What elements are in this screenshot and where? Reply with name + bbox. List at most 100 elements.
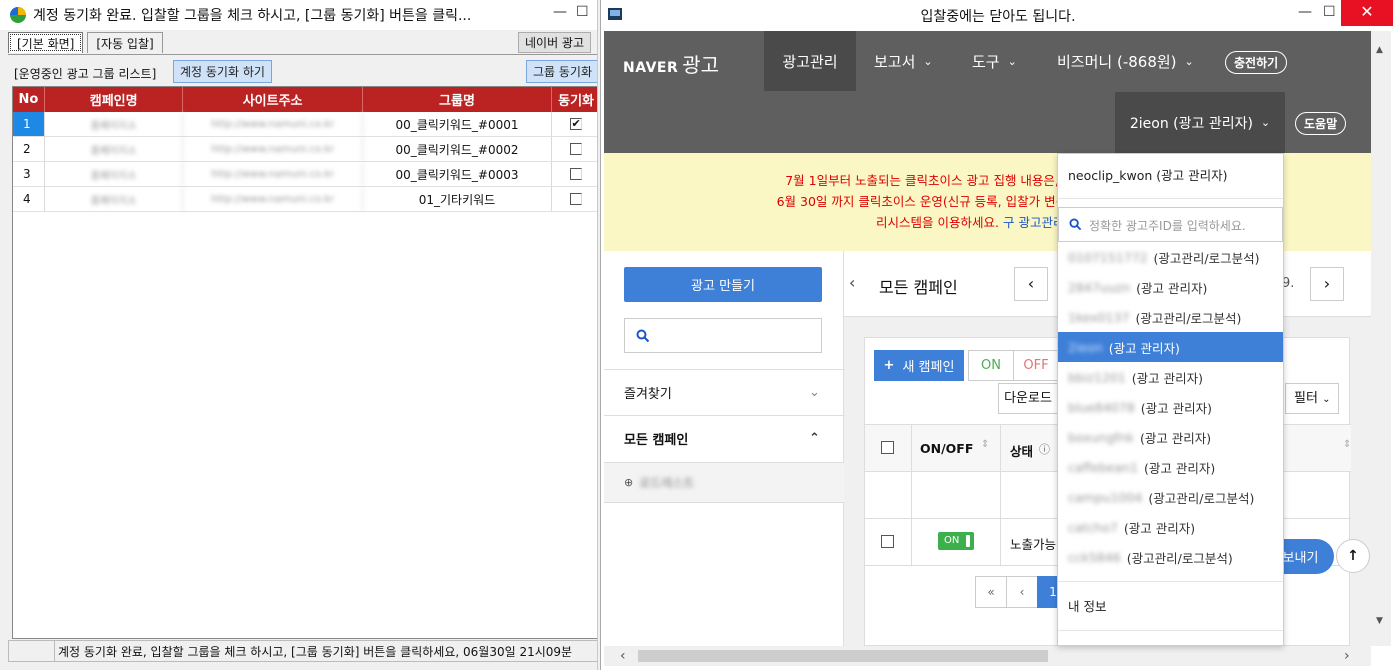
maximize-icon[interactable]: ☐ xyxy=(1323,4,1336,20)
nav-bizmoney[interactable]: 비즈머니 (-868원) ⌄ xyxy=(1057,31,1194,91)
account-item[interactable]: catcho7 (광고 관리자) xyxy=(1058,512,1283,542)
scroll-top-button[interactable]: ↑ xyxy=(1336,539,1370,573)
sync-checkbox[interactable] xyxy=(570,143,583,155)
table-row[interactable]: 4 홈페이지소 http://www.namuni.co.kr 01_기타키워드 xyxy=(13,187,597,212)
dropdown-divider xyxy=(1058,630,1283,631)
left-tab-bar: [기본 화면] [자동 입찰] xyxy=(8,32,167,54)
table-row[interactable]: 2 홈페이지소 http://www.namuni.co.kr 00_클릭키워드… xyxy=(13,137,597,162)
group-grid: No 캠페인명 사이트주소 그룹명 동기화 1 홈페이지소 http://www… xyxy=(12,86,597,639)
minimize-icon[interactable]: — xyxy=(1298,4,1312,20)
row-checkbox[interactable] xyxy=(881,535,894,548)
nav-reports[interactable]: 보고서 ⌄ xyxy=(874,31,933,91)
row-site: http://www.namuni.co.kr xyxy=(183,137,363,161)
tab-basic-screen[interactable]: [기본 화면] xyxy=(8,32,84,53)
new-campaign-button[interactable]: + 새 캠페인 xyxy=(874,350,964,381)
minimize-icon[interactable]: — xyxy=(553,4,567,20)
status-bar: 계정 동기화 완료, 입찰할 그룹을 체크 하시고, [그룹 동기화] 버튼을 … xyxy=(8,640,597,662)
group-sync-button[interactable]: 그룹 동기화 xyxy=(526,60,597,83)
col-site[interactable]: 사이트주소 xyxy=(183,87,363,112)
account-item[interactable]: boxungfnk (광고 관리자) xyxy=(1058,422,1283,452)
sync-checkbox[interactable]: ✔ xyxy=(570,118,583,130)
make-ad-button[interactable]: 광고 만들기 xyxy=(624,267,822,302)
chevron-down-icon: ⌄ xyxy=(1260,116,1271,129)
account-item[interactable]: bbiz1201 (광고 관리자) xyxy=(1058,362,1283,392)
content-title: 모든 캠페인 xyxy=(879,278,958,297)
scroll-up-icon[interactable]: ▲ xyxy=(1376,45,1383,55)
col-group[interactable]: 그룹명 xyxy=(363,87,553,112)
sidebar-campaign-item[interactable]: ⊕ 로드레스트 xyxy=(604,462,844,502)
scroll-right-icon[interactable]: › xyxy=(1344,648,1350,664)
charge-button[interactable]: 충전하기 xyxy=(1225,51,1288,74)
row-campaign: 홈페이지소 xyxy=(45,137,184,161)
col-no[interactable]: No xyxy=(13,87,45,112)
account-item[interactable]: blue84078 (광고 관리자) xyxy=(1058,392,1283,422)
vertical-scrollbar[interactable]: ▲ ▼ xyxy=(1371,31,1391,646)
sort-icon[interactable]: ⇕ xyxy=(981,439,989,450)
account-item[interactable]: campu1004 (광고관리/로그분석) xyxy=(1058,482,1283,512)
scroll-left-icon[interactable]: ‹ xyxy=(620,648,626,664)
account-item[interactable]: 0107151772 (광고관리/로그분석) xyxy=(1058,242,1283,272)
account-item[interactable]: 1kex0137 (광고관리/로그분석) xyxy=(1058,302,1283,332)
col-onoff[interactable]: ON/OFF xyxy=(920,441,973,456)
sync-checkbox[interactable] xyxy=(570,193,583,205)
sidebar-item-all-campaigns[interactable]: 모든 캠페인 ⌃ xyxy=(604,415,844,461)
left-app-window: 계정 동기화 완료. 입찰할 그룹을 체크 하시고, [그룹 동기화] 버튼을 … xyxy=(0,0,598,670)
sync-account-button[interactable]: 계정 동기화 하기 xyxy=(173,60,272,83)
table-row[interactable]: 3 홈페이지소 http://www.namuni.co.kr 00_클릭키워드… xyxy=(13,162,597,187)
user-menu-button[interactable]: 2ieon (광고 관리자) ⌄ xyxy=(1115,92,1285,153)
row-group: 00_클릭키워드_#0003 xyxy=(363,162,553,186)
account-item[interactable]: cck5846 (광고관리/로그분석) xyxy=(1058,542,1283,572)
my-info-link[interactable]: 내 정보 xyxy=(1058,590,1283,620)
sync-checkbox[interactable] xyxy=(570,168,583,180)
scroll-thumb[interactable] xyxy=(638,650,1048,662)
nav-tools-label: 도구 xyxy=(972,52,1000,71)
row-status: 노출가능 xyxy=(1010,537,1057,552)
prev-page-button[interactable]: ‹ xyxy=(1006,576,1038,608)
row-campaign: 홈페이지소 xyxy=(45,187,184,211)
naver-ad-button[interactable]: 네이버 광고 xyxy=(518,32,592,53)
browser-title-bar: 입찰중에는 닫아도 됩니다. — ☐ ✕ xyxy=(601,0,1394,30)
first-page-button[interactable]: « xyxy=(975,576,1007,608)
help-button[interactable]: 도움말 xyxy=(1295,112,1347,135)
sidebar-item-favorites[interactable]: 즐겨찾기 ⌄ xyxy=(604,369,844,415)
naver-logo[interactable]: NAVER 광고 xyxy=(623,49,719,78)
account-item-selected[interactable]: 2ieon (광고 관리자) xyxy=(1058,332,1283,362)
scroll-down-icon[interactable]: ▼ xyxy=(1376,616,1383,626)
toggle-label: ON xyxy=(944,535,960,546)
prev-campaign-button[interactable]: ‹ xyxy=(1014,267,1048,301)
sort-icon[interactable]: ⇕ xyxy=(1343,439,1351,450)
account-id: 2ieon xyxy=(1068,339,1103,355)
download-button[interactable]: 다운로드 xyxy=(998,383,1058,414)
header-divider xyxy=(1000,425,1001,473)
grid-header: No 캠페인명 사이트주소 그룹명 동기화 xyxy=(13,87,597,112)
nav-ad-management[interactable]: 광고관리 xyxy=(764,31,856,91)
tab-auto-bid[interactable]: [자동 입찰] xyxy=(87,32,163,53)
on-filter-button[interactable]: ON xyxy=(968,350,1014,381)
table-row[interactable]: 1 홈페이지소 http://www.namuni.co.kr 00_클릭키워드… xyxy=(13,112,597,137)
campaign-toggle[interactable]: ON xyxy=(938,532,974,550)
filter-label: 필터 xyxy=(1294,391,1318,406)
sidebar-search-input[interactable] xyxy=(624,318,822,353)
filter-button[interactable]: 필터 ⌄ xyxy=(1285,383,1339,414)
account-id: campu1004 xyxy=(1068,489,1143,505)
col-status[interactable]: 상태 xyxy=(1010,441,1033,460)
row-no: 1 xyxy=(13,112,45,136)
next-campaign-button[interactable]: › xyxy=(1310,267,1344,301)
row-divider xyxy=(911,519,912,566)
account-id: 0107151772 xyxy=(1068,249,1148,265)
nav-tools[interactable]: 도구 ⌄ xyxy=(972,31,1017,91)
collapse-left-icon[interactable]: ‹ xyxy=(849,273,855,292)
select-all-checkbox[interactable] xyxy=(881,441,894,454)
new-campaign-label: 새 캠페인 xyxy=(902,360,955,375)
account-search-input[interactable]: 정확한 광고주ID를 입력하세요. xyxy=(1058,207,1283,242)
account-item[interactable]: caffebean1 (광고 관리자) xyxy=(1058,452,1283,482)
account-item[interactable]: 2847uuzn (광고 관리자) xyxy=(1058,272,1283,302)
account-role: (광고관리/로그분석) xyxy=(1126,550,1233,566)
maximize-icon[interactable]: ☐ xyxy=(576,4,589,20)
off-filter-button[interactable]: OFF xyxy=(1013,350,1059,381)
col-campaign[interactable]: 캠페인명 xyxy=(45,87,184,112)
close-icon[interactable]: ✕ xyxy=(1341,0,1393,26)
help-circle-icon[interactable]: ⓘ xyxy=(1039,441,1050,457)
horizontal-scrollbar[interactable]: ‹ › xyxy=(604,646,1371,666)
col-sync[interactable]: 동기화 xyxy=(552,87,597,112)
